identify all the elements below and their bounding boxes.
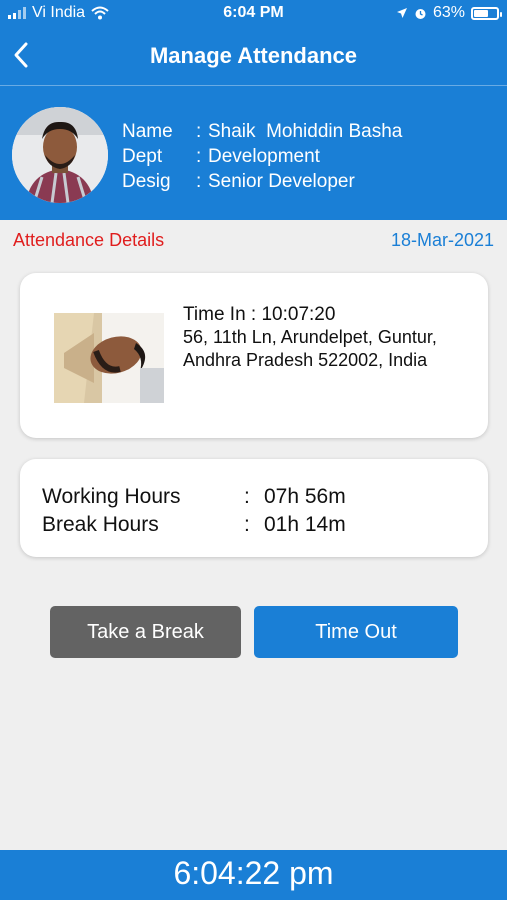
nav-bar: Manage Attendance: [0, 28, 507, 86]
battery-icon: [471, 6, 502, 20]
profile-photo: [12, 107, 108, 203]
desig-label: Desig: [122, 171, 171, 192]
dept-separator: :: [196, 146, 202, 167]
working-hours-separator: :: [244, 485, 250, 508]
address-line-1: 56, 11th Ln, Arundelpet, Guntur,: [183, 327, 437, 347]
status-bar: Vi India 6:04 PM 63%: [0, 0, 507, 28]
take-a-break-button[interactable]: Take a Break: [50, 606, 241, 658]
dept-label: Dept: [122, 146, 163, 167]
hours-summary: Working Hours : 07h 56m Break Hours : 01…: [42, 483, 346, 539]
avatar: [12, 107, 108, 203]
dept-row: Dept : Development: [122, 144, 402, 169]
battery-percent: 63%: [432, 4, 465, 21]
break-hours-separator: :: [244, 513, 250, 536]
attendance-date: 18-Mar-2021: [390, 230, 494, 250]
break-hours-row: Break Hours : 01h 14m: [42, 511, 346, 539]
break-hours-label: Break Hours: [42, 513, 159, 536]
desig-value: Senior Developer: [208, 171, 355, 192]
name-row: Name : Shaik Mohiddin Basha: [122, 119, 402, 144]
battery-level-fill: [474, 9, 488, 17]
status-right: 63%: [396, 4, 502, 22]
desig-separator: :: [196, 171, 202, 192]
profile-section: Name : Shaik Mohiddin Basha Dept : Devel…: [0, 86, 507, 220]
location-arrow-icon: [396, 8, 407, 18]
time-in-label: Time In : 10:07:20: [183, 304, 336, 325]
employee-info: Name : Shaik Mohiddin Basha Dept : Devel…: [122, 119, 402, 194]
header-panel: Vi India 6:04 PM 63% Manage Attendance N…: [0, 0, 507, 220]
page-title: Manage Attendance: [149, 43, 357, 68]
time-in-details: Time In : 10:07:20 56, 11th Ln, Arundelp…: [183, 303, 437, 372]
name-separator: :: [196, 121, 202, 142]
hours-card: Working Hours : 07h 56m Break Hours : 01…: [20, 459, 488, 557]
address-line-2: Andhra Pradesh 522002, India: [183, 350, 428, 370]
time-out-button[interactable]: Time Out: [254, 606, 458, 658]
attendance-details-title: Attendance Details: [13, 230, 165, 250]
attendance-details-header: Attendance Details 18-Mar-2021: [0, 230, 507, 254]
checkin-photo: [54, 313, 164, 403]
alarm-icon: [415, 8, 426, 19]
name-value: Shaik Mohiddin Basha: [208, 121, 403, 142]
checkin-selfie-image: [54, 313, 164, 403]
working-hours-value: 07h 56m: [264, 485, 346, 508]
desig-row: Desig : Senior Developer: [122, 169, 402, 194]
live-clock: 6:04:22 pm: [0, 850, 507, 900]
name-label: Name: [122, 121, 173, 142]
break-hours-value: 01h 14m: [264, 513, 346, 536]
working-hours-label: Working Hours: [42, 485, 181, 508]
dept-value: Development: [208, 146, 320, 167]
working-hours-row: Working Hours : 07h 56m: [42, 483, 346, 511]
time-in-card: Time In : 10:07:20 56, 11th Ln, Arundelp…: [20, 273, 488, 438]
